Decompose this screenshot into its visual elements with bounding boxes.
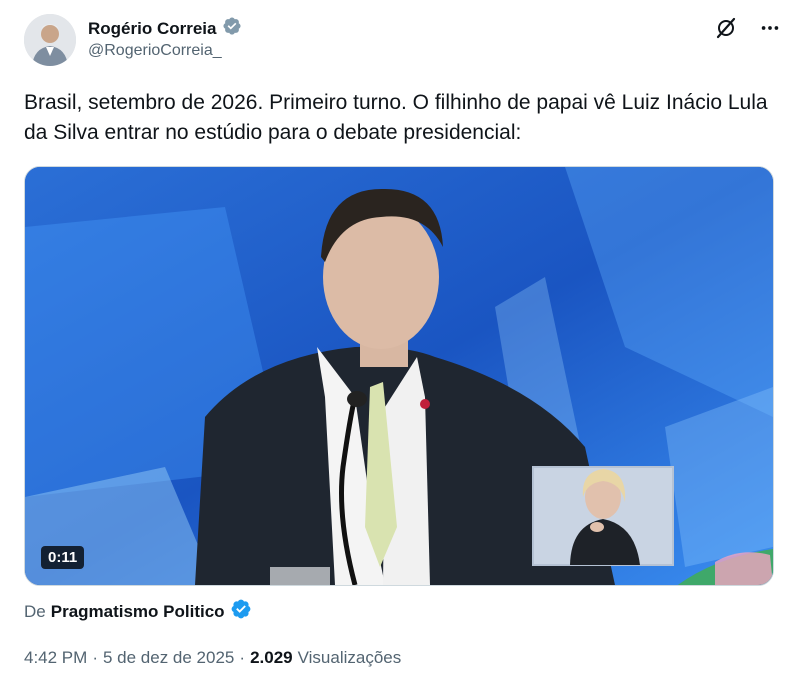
meta-separator: · <box>239 648 246 667</box>
avatar[interactable] <box>24 14 76 66</box>
header-actions <box>712 14 784 42</box>
views-count: 2.029 <box>250 648 293 667</box>
tweet-date[interactable]: 5 de dez de 2025 <box>103 648 234 668</box>
more-icon[interactable] <box>756 14 784 42</box>
video-frame <box>25 167 773 585</box>
author-name-row: Rogério Correia <box>88 16 242 41</box>
verified-badge-icon <box>230 598 252 625</box>
source-prefix: De <box>24 601 46 621</box>
video-source: De Pragmatismo Politico <box>24 598 252 625</box>
tweet-header: Rogério Correia @RogerioCorreia_ <box>24 14 784 70</box>
avatar-image <box>24 14 76 66</box>
grok-icon[interactable] <box>712 14 740 42</box>
tweet-time[interactable]: 4:42 PM <box>24 648 87 668</box>
video-player[interactable]: 0:11 <box>24 166 774 586</box>
tweet-text: Brasil, setembro de 2026. Primeiro turno… <box>24 91 774 144</box>
verified-badge-icon <box>222 16 242 41</box>
author-handle[interactable]: @RogerioCorreia_ <box>88 42 222 60</box>
meta-separator: · <box>92 648 98 667</box>
views-label: Visualizações <box>297 648 402 667</box>
source-name-link[interactable]: Pragmatismo Politico <box>51 602 225 622</box>
author-display-name[interactable]: Rogério Correia <box>88 19 216 39</box>
video-duration-badge: 0:11 <box>41 546 85 569</box>
tweet-meta: 4:42 PM · 5 de dez de 2025 · 2.029 Visua… <box>24 648 401 668</box>
